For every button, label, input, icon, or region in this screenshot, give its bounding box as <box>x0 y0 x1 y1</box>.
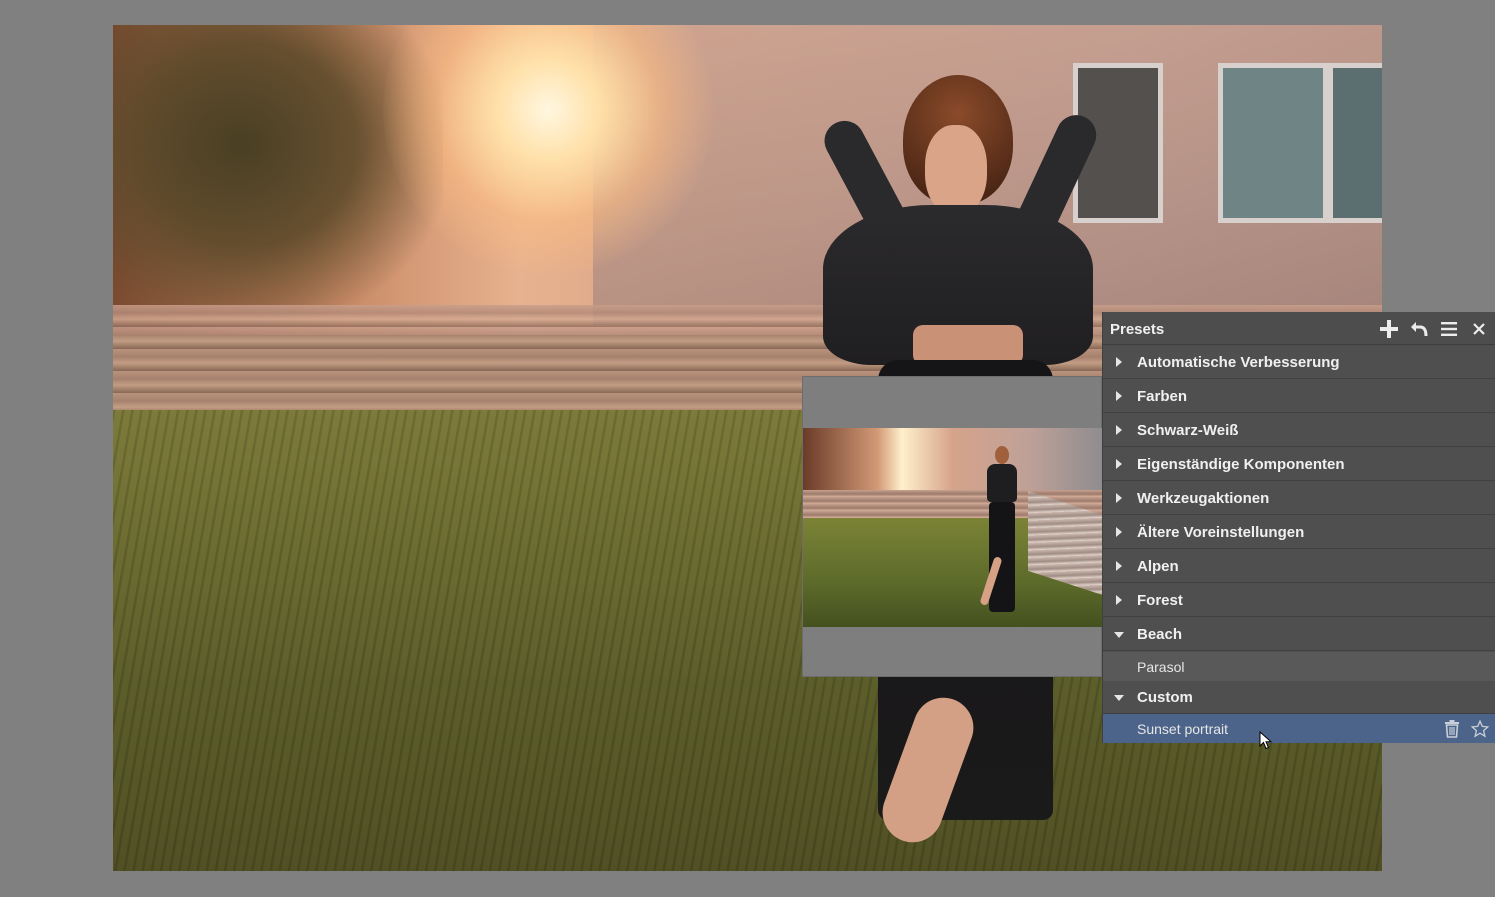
preset-category-custom[interactable]: Custom <box>1103 681 1495 714</box>
close-icon <box>1473 323 1485 335</box>
preset-category-automatische-verbesserung[interactable]: Automatische Verbesserung <box>1103 346 1495 379</box>
preset-category-label: Alpen <box>1137 558 1179 575</box>
preset-item-label: Parasol <box>1137 659 1185 675</box>
undo-button[interactable] <box>1406 316 1432 342</box>
thumbnail-person-head <box>995 446 1009 464</box>
favorite-preset-button[interactable] <box>1469 718 1491 740</box>
presets-panel: Presets Automatische Verbesserung Farben… <box>1102 312 1495 743</box>
thumbnail-person-body <box>987 464 1017 502</box>
preset-item-parasol[interactable]: Parasol <box>1103 652 1495 681</box>
preset-category-label: Custom <box>1137 689 1193 706</box>
expand-arrow-icon <box>1116 561 1122 571</box>
preset-category-alpen[interactable]: Alpen <box>1103 550 1495 583</box>
collapse-arrow-icon <box>1114 695 1124 701</box>
preset-item-label: Sunset portrait <box>1137 721 1229 737</box>
preset-category-label: Forest <box>1137 592 1183 609</box>
preset-category-label: Ältere Voreinstellungen <box>1137 524 1305 541</box>
collapse-arrow-icon <box>1114 632 1124 638</box>
star-icon <box>1471 720 1489 738</box>
preset-category-beach[interactable]: Beach <box>1103 618 1495 651</box>
undo-icon <box>1411 322 1428 337</box>
thumbnail-person <box>979 446 1021 616</box>
close-panel-button[interactable] <box>1466 316 1492 342</box>
photo-person-face <box>925 125 987 215</box>
menu-icon <box>1441 322 1457 336</box>
expand-arrow-icon <box>1116 391 1122 401</box>
preset-category-label: Automatische Verbesserung <box>1137 354 1340 371</box>
preset-category-label: Farben <box>1137 388 1188 405</box>
preset-preview-thumbnail <box>803 428 1103 627</box>
thumbnail-person-skirt <box>989 502 1015 612</box>
preset-category-werkzeugaktionen[interactable]: Werkzeugaktionen <box>1103 482 1495 515</box>
expand-arrow-icon <box>1116 493 1122 503</box>
preset-category-eigenstaendige-komponenten[interactable]: Eigenständige Komponenten <box>1103 448 1495 481</box>
expand-arrow-icon <box>1116 527 1122 537</box>
delete-preset-button[interactable] <box>1441 718 1463 740</box>
expand-arrow-icon <box>1116 595 1122 605</box>
preset-category-label: Eigenständige Komponenten <box>1137 456 1345 473</box>
mouse-cursor-icon <box>1259 731 1273 750</box>
presets-header: Presets <box>1103 312 1495 345</box>
add-preset-button[interactable] <box>1376 316 1402 342</box>
preset-category-label: Schwarz-Weiß <box>1137 422 1239 439</box>
preset-category-forest[interactable]: Forest <box>1103 584 1495 617</box>
expand-arrow-icon <box>1116 425 1122 435</box>
trash-icon <box>1445 720 1459 738</box>
expand-arrow-icon <box>1116 357 1122 367</box>
thumbnail-sky <box>803 428 1103 498</box>
panel-menu-button[interactable] <box>1436 316 1462 342</box>
preset-category-label: Werkzeugaktionen <box>1137 490 1270 507</box>
preset-category-schwarz-weiss[interactable]: Schwarz-Weiß <box>1103 414 1495 447</box>
photo-window <box>1218 63 1328 223</box>
presets-title: Presets <box>1110 321 1165 338</box>
photo-window <box>1328 63 1382 223</box>
preset-preview-tooltip <box>802 376 1103 677</box>
preset-category-farben[interactable]: Farben <box>1103 380 1495 413</box>
expand-arrow-icon <box>1116 459 1122 469</box>
preset-category-label: Beach <box>1137 626 1183 643</box>
preset-category-aeltere-voreinstellungen[interactable]: Ältere Voreinstellungen <box>1103 516 1495 549</box>
plus-icon <box>1380 320 1398 338</box>
photo-person-midriff <box>913 325 1023 365</box>
preset-item-sunset-portrait[interactable]: Sunset portrait <box>1103 714 1495 743</box>
